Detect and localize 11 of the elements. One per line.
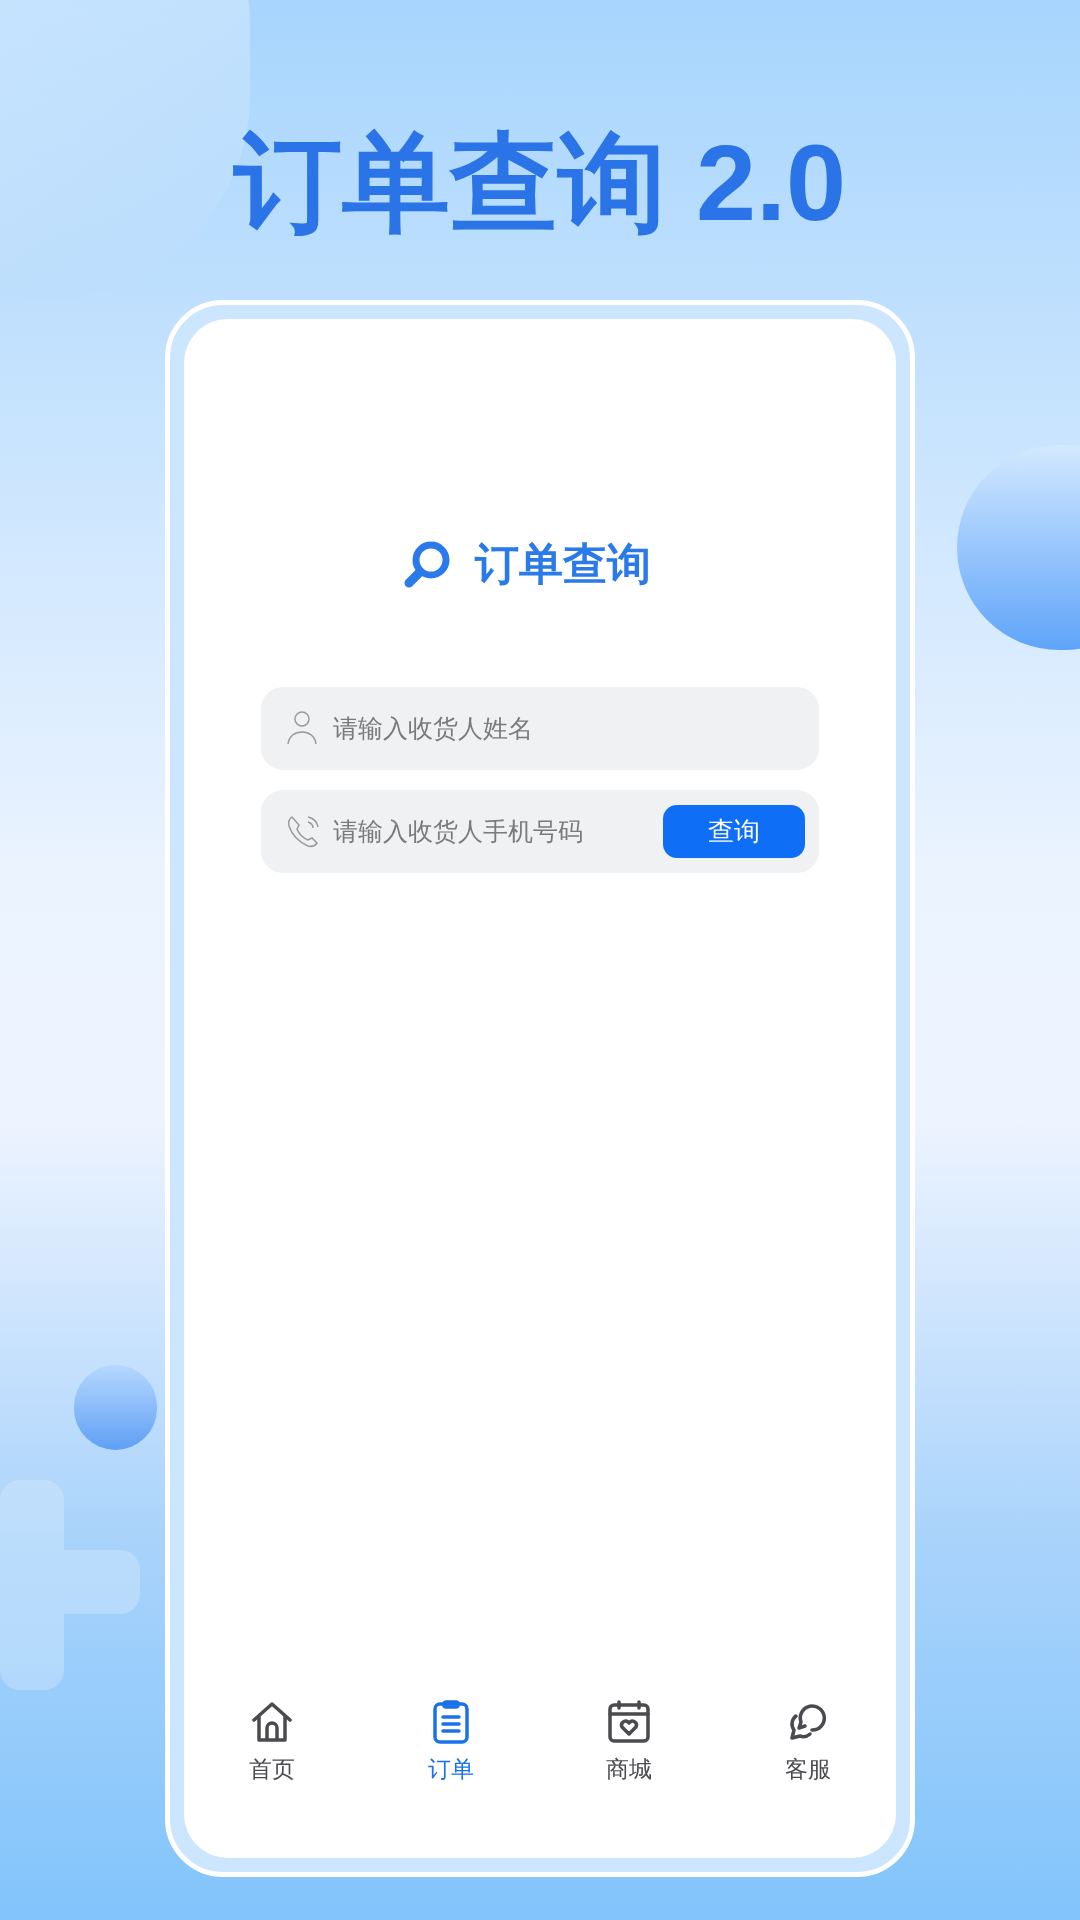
nav-tab[interactable]: 客服 (747, 1699, 868, 1786)
home-icon (250, 1699, 294, 1744)
nav-tab[interactable]: 订单 (390, 1699, 511, 1786)
search-button[interactable]: 查询 (663, 805, 805, 858)
phone-icon (286, 813, 322, 849)
nav-tab[interactable]: 首页 (212, 1699, 332, 1786)
card-heading: 订单查询 (475, 538, 651, 590)
input-field[interactable]: 请输入收货人姓名 (261, 687, 819, 770)
page-title: 订单查询 2.0 (233, 121, 847, 245)
nav-tab[interactable]: 商城 (569, 1699, 690, 1786)
person-icon (286, 710, 318, 746)
